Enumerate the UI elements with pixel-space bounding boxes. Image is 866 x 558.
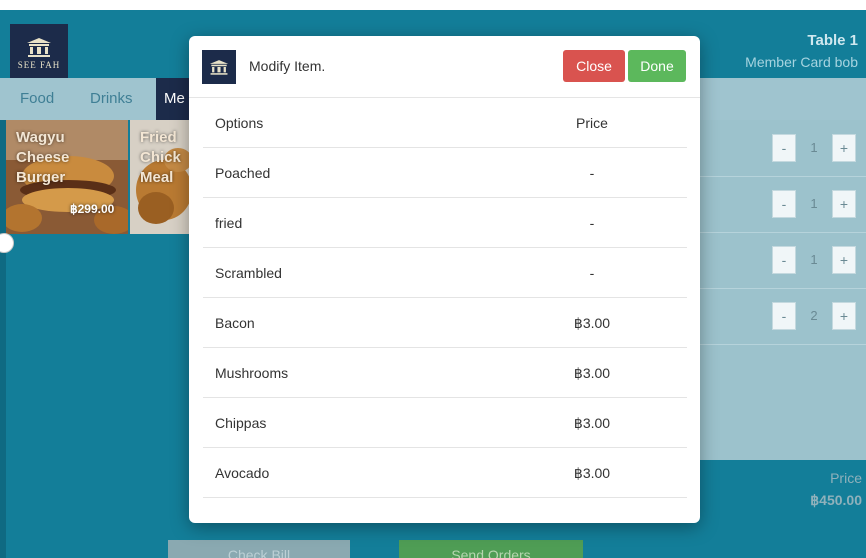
done-button[interactable]: Done [628, 50, 686, 82]
option-price: ฿3.00 [573, 365, 611, 381]
top-strip [0, 0, 866, 10]
order-panel: - 1 + - 1 + - 1 + - 2 + [697, 120, 866, 460]
option-name: Bacon [215, 315, 255, 331]
qty-value: 2 [810, 308, 818, 323]
brand-logo: SEE FAH [10, 24, 68, 82]
option-row-avocado[interactable]: Avocado ฿3.00 [203, 448, 687, 498]
options-header-row: Options Price [203, 98, 687, 148]
send-orders-button[interactable]: Send Orders [399, 540, 583, 558]
qty-minus-button[interactable]: - [772, 302, 796, 330]
qty-plus-button[interactable]: + [832, 134, 856, 162]
price-column-header: Price [576, 115, 608, 131]
option-price: - [589, 165, 595, 181]
temple-icon [209, 60, 229, 75]
option-name: Mushrooms [215, 365, 289, 381]
option-row-scrambled[interactable]: Scrambled - [203, 248, 687, 298]
qty-plus-button[interactable]: + [832, 302, 856, 330]
price-total: ฿450.00 [810, 492, 862, 508]
temple-icon [27, 37, 51, 57]
qty-minus-button[interactable]: - [772, 190, 796, 218]
member-card-label: Member Card bob [745, 54, 858, 70]
option-row-mushrooms[interactable]: Mushrooms ฿3.00 [203, 348, 687, 398]
qty-minus-button[interactable]: - [772, 134, 796, 162]
qty-minus-button[interactable]: - [772, 246, 796, 274]
modal-title: Modify Item. [249, 58, 326, 74]
price-label: Price [830, 470, 862, 486]
option-name: Chippas [215, 415, 267, 431]
menu-tile-name: Wagyu Cheese Burger [16, 129, 70, 186]
pos-app: SEE FAH Table 1 Member Card bob Food Dri… [0, 0, 866, 558]
modify-item-modal: Modify Item. Close Done Options Price Po… [189, 36, 700, 523]
menu-tile-price: ฿299.00 [70, 202, 115, 216]
option-name: Avocado [215, 465, 270, 481]
options-column-header: Options [215, 115, 264, 131]
option-row-chippas[interactable]: Chippas ฿3.00 [203, 398, 687, 448]
option-name: Poached [215, 165, 271, 181]
option-row-fried[interactable]: fried - [203, 198, 687, 248]
order-row: - 1 + [697, 176, 866, 233]
tab-drinks[interactable]: Drinks [82, 78, 141, 120]
option-row-bacon[interactable]: Bacon ฿3.00 [203, 298, 687, 348]
option-name: Scrambled [215, 265, 282, 281]
qty-value: 1 [810, 252, 818, 267]
order-row: - 2 + [697, 288, 866, 345]
qty-value: 1 [810, 140, 818, 155]
menu-tile-fried-chicken[interactable]: Fried Chick Meal [130, 120, 190, 234]
option-name: fried [215, 215, 243, 231]
check-bill-button[interactable]: Check Bill [168, 540, 350, 558]
order-row: - 1 + [697, 232, 866, 289]
option-price: - [589, 215, 595, 231]
order-row: - 1 + [697, 120, 866, 177]
modal-header: Modify Item. Close Done [189, 36, 700, 98]
option-price: - [589, 265, 595, 281]
table-title: Table 1 [807, 32, 858, 49]
option-price: ฿3.00 [573, 415, 611, 431]
menu-tile-name: Fried Chick Meal [140, 129, 181, 186]
tab-food[interactable]: Food [12, 78, 62, 120]
options-table: Options Price Poached - fried - Scramble… [203, 98, 687, 498]
qty-plus-button[interactable]: + [832, 190, 856, 218]
menu-tile-wagyu-burger[interactable]: Wagyu Cheese Burger ฿299.00 [6, 120, 128, 234]
option-price: ฿3.00 [573, 315, 611, 331]
qty-value: 1 [810, 196, 818, 211]
modal-logo [202, 50, 236, 84]
option-row-poached[interactable]: Poached - [203, 148, 687, 198]
brand-logo-text: SEE FAH [17, 59, 61, 70]
qty-plus-button[interactable]: + [832, 246, 856, 274]
option-price: ฿3.00 [573, 465, 611, 481]
close-button[interactable]: Close [563, 50, 625, 82]
